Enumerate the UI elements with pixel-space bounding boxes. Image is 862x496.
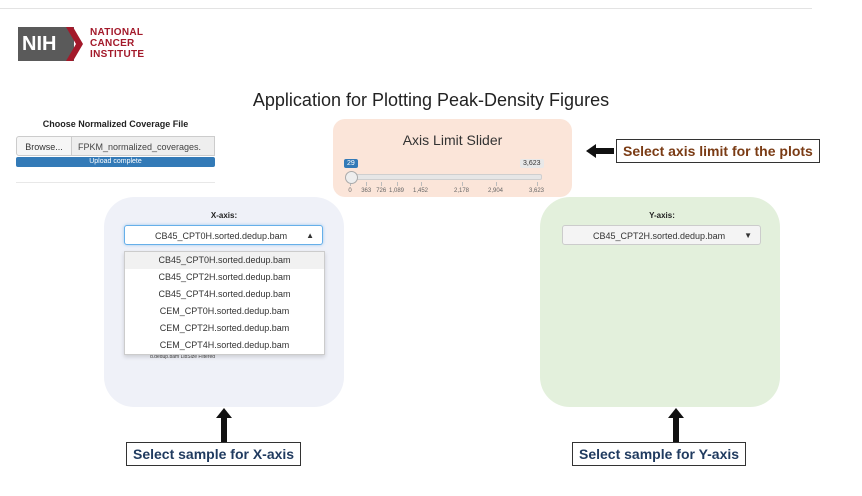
slider-tick-label: 1,452 xyxy=(413,188,429,194)
caret-down-icon: ▼ xyxy=(744,231,752,240)
dropdown-option[interactable]: CEM_CPT2H.sorted.dedup.bam xyxy=(125,320,324,337)
slider-tick-label: 1,089 xyxy=(389,188,405,194)
slider-tick xyxy=(366,182,367,186)
y-axis-selected-value: CB45_CPT2H.sorted.dedup.bam xyxy=(593,231,726,241)
nci-line-1: NATIONAL xyxy=(90,27,144,38)
arrow-up-shaft xyxy=(673,418,679,442)
axis-limit-callout: Select axis limit for the plots xyxy=(616,139,820,163)
slider-title: Axis Limit Slider xyxy=(402,132,503,148)
slider-tick xyxy=(381,182,382,186)
upload-progress-bar: Upload complete xyxy=(16,157,215,167)
nih-logo-text: NIH xyxy=(22,33,57,55)
slider-tick xyxy=(537,182,538,186)
dropdown-option[interactable]: CB45_CPT0H.sorted.dedup.bam xyxy=(125,252,324,269)
divider xyxy=(16,182,215,183)
y-axis-callout: Select sample for Y-axis xyxy=(572,442,747,466)
slider-tick-label: 2,904 xyxy=(488,188,504,194)
slider-tick-label: 3,623 xyxy=(529,188,545,194)
dropdown-option[interactable]: CB45_CPT2H.sorted.dedup.bam xyxy=(125,269,324,286)
slider-max-badge: 3,623 xyxy=(520,159,544,168)
arrow-up-icon xyxy=(668,408,684,442)
file-input-label: Choose Normalized Coverage File xyxy=(42,119,189,129)
nci-line-3: INSTITUTE xyxy=(90,49,145,60)
slider-value-badge: 29 xyxy=(344,159,358,168)
chevron-logo-icon xyxy=(66,27,83,61)
arrow-up-head xyxy=(216,408,232,418)
file-name-field[interactable]: FPKM_normalized_coverages. xyxy=(72,136,215,156)
slider-track[interactable] xyxy=(350,174,542,180)
x-axis-dropdown: CB45_CPT0H.sorted.dedup.bam CB45_CPT2H.s… xyxy=(124,251,325,355)
slider-tick-label: 0 xyxy=(348,188,352,194)
header-divider xyxy=(0,8,812,9)
y-axis-label: Y-axis: xyxy=(649,211,675,220)
nci-logo-text: NATIONAL CANCER INSTITUTE xyxy=(90,27,144,60)
slider-tick-label: 363 xyxy=(361,188,372,194)
dropdown-option[interactable]: CB45_CPT4H.sorted.dedup.bam xyxy=(125,286,324,303)
slider-handle[interactable] xyxy=(345,171,358,184)
browse-button[interactable]: Browse... xyxy=(16,136,72,156)
y-axis-select[interactable]: CB45_CPT2H.sorted.dedup.bam ▼ xyxy=(562,225,761,245)
slider-tick xyxy=(421,182,422,186)
arrow-up-head xyxy=(668,408,684,418)
arrow-up-shaft xyxy=(221,418,227,442)
slider-tick-label: 726 xyxy=(376,188,387,194)
x-axis-selected-value: CB45_CPT0H.sorted.dedup.bam xyxy=(155,231,288,241)
page-title: Application for Plotting Peak-Density Fi… xyxy=(252,90,610,110)
slider-tick xyxy=(496,182,497,186)
dropdown-option[interactable]: CEM_CPT4H.sorted.dedup.bam xyxy=(125,337,324,354)
arrow-up-icon xyxy=(216,408,232,442)
dropdown-option[interactable]: CEM_CPT0H.sorted.dedup.bam xyxy=(125,303,324,320)
slider-tick xyxy=(397,182,398,186)
x-axis-label: X-axis: xyxy=(210,211,238,220)
arrow-left-icon xyxy=(586,144,614,158)
caret-up-icon: ▲ xyxy=(306,231,314,240)
nci-line-2: CANCER xyxy=(90,38,135,49)
slider-tick-label: 2,178 xyxy=(454,188,470,194)
x-axis-callout: Select sample for X-axis xyxy=(126,442,302,466)
slider-tick xyxy=(462,182,463,186)
x-axis-select[interactable]: CB45_CPT0H.sorted.dedup.bam ▲ xyxy=(124,225,323,245)
